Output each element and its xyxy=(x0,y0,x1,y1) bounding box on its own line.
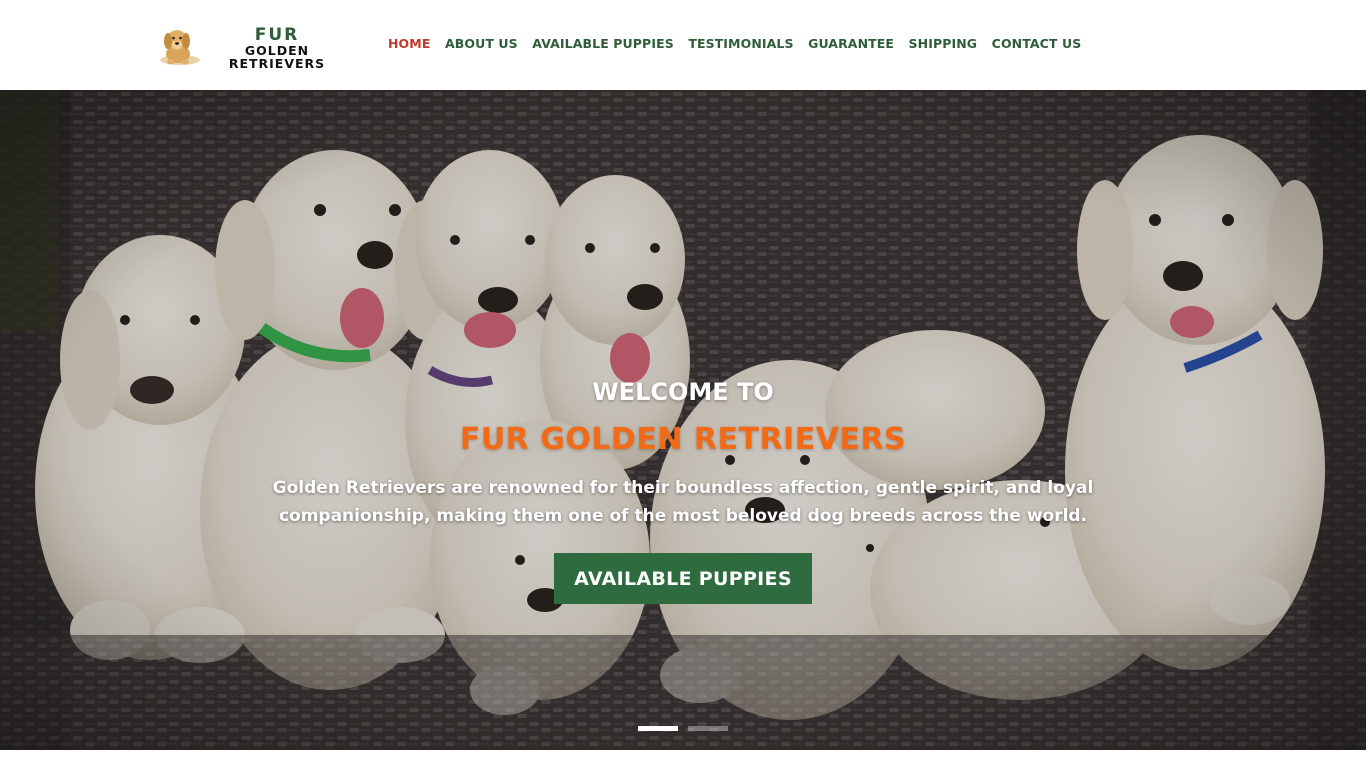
site-logo[interactable]: FUR GOLDEN RETRIEVERS xyxy=(158,22,363,70)
slider-pagination xyxy=(638,726,728,731)
nav-item-guarantee[interactable]: GUARANTEE xyxy=(808,36,894,51)
nav-item-home[interactable]: HOME xyxy=(388,36,430,51)
hero-content: WELCOME TO FUR GOLDEN RETRIEVERS Golden … xyxy=(0,90,1366,750)
hero-welcome: WELCOME TO xyxy=(592,378,774,406)
slider-dot-1[interactable] xyxy=(638,726,678,731)
nav-item-available-puppies[interactable]: AVAILABLE PUPPIES xyxy=(532,36,674,51)
logo-line-1: FUR xyxy=(254,25,300,45)
logo-text: FUR GOLDEN RETRIEVERS xyxy=(196,27,358,70)
logo-line-2: GOLDEN RETRIEVERS xyxy=(228,43,326,71)
available-puppies-button[interactable]: AVAILABLE PUPPIES xyxy=(554,553,812,604)
hero-tagline: Golden Retrievers are renowned for their… xyxy=(272,478,1094,526)
slider-dot-2[interactable] xyxy=(688,726,728,731)
nav-item-testimonials[interactable]: TESTIMONIALS xyxy=(688,36,793,51)
nav-item-contact-us[interactable]: CONTACT US xyxy=(992,36,1082,51)
hero-slider: WELCOME TO FUR GOLDEN RETRIEVERS Golden … xyxy=(0,90,1366,750)
nav-item-shipping[interactable]: SHIPPING xyxy=(909,36,978,51)
nav-item-about-us[interactable]: ABOUT US xyxy=(445,36,518,51)
site-header: FUR GOLDEN RETRIEVERS HOME ABOUT US AVAI… xyxy=(0,0,1366,90)
golden-retriever-puppy-icon xyxy=(158,24,200,66)
hero-brand-title: FUR GOLDEN RETRIEVERS xyxy=(459,422,907,457)
main-nav: HOME ABOUT US AVAILABLE PUPPIES TESTIMON… xyxy=(388,36,1096,51)
